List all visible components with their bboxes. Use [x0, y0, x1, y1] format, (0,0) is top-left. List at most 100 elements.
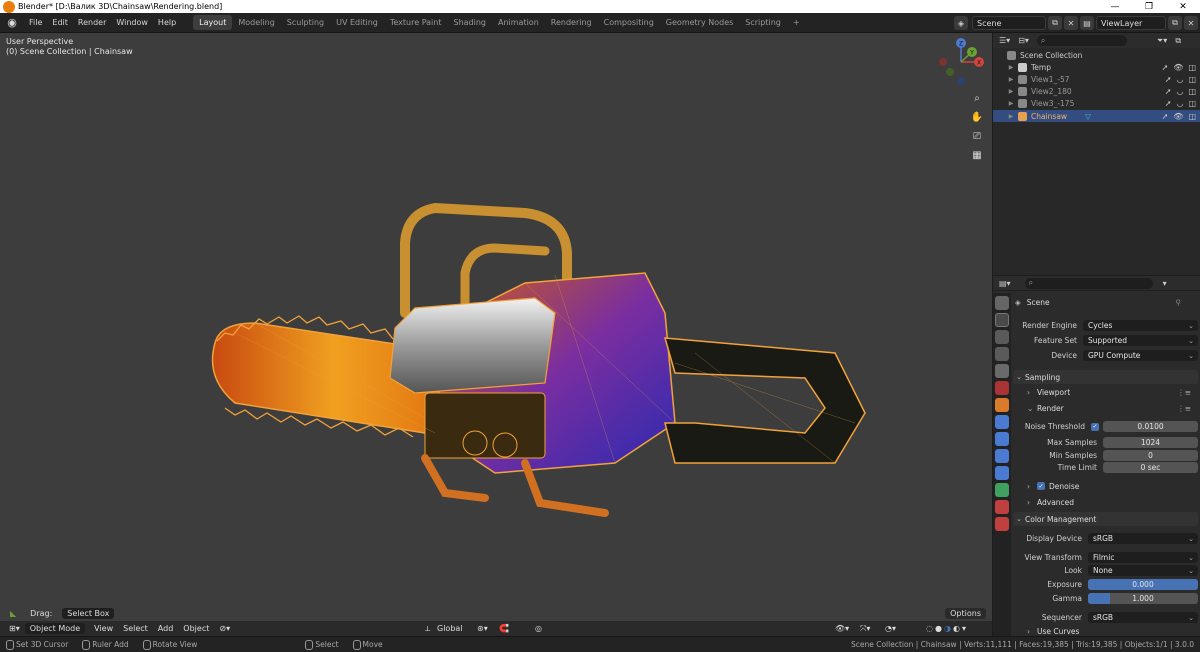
outliner-editor-icon[interactable]: ☰▾ [999, 36, 1010, 45]
camera-view-icon[interactable]: ⎚ [968, 127, 986, 145]
constraints-tab-icon[interactable] [995, 466, 1009, 480]
world-tab-icon[interactable] [995, 381, 1009, 395]
mode-dropdown[interactable]: Object Mode [24, 623, 86, 634]
min-samples-field[interactable]: 0 [1103, 450, 1198, 461]
menu-object[interactable]: Object [178, 624, 214, 633]
use-curves-subpanel[interactable]: › Use Curves [1027, 627, 1197, 636]
tab-layout[interactable]: Layout [193, 15, 233, 30]
properties-search-input[interactable]: ⌕ [1024, 277, 1153, 289]
render-toggle-icon[interactable]: ◫ [1188, 75, 1196, 84]
menu-select[interactable]: Select [118, 624, 153, 633]
view-layer-tab-icon[interactable] [995, 347, 1009, 361]
render-toggle-icon[interactable]: ◫ [1188, 112, 1196, 121]
render-toggle-icon[interactable]: ◫ [1188, 87, 1196, 96]
gizmo-toggle-icon[interactable]: ⤧▾ [855, 624, 875, 634]
render-toggle-icon[interactable]: ◫ [1188, 99, 1196, 108]
material-tab-icon[interactable] [995, 500, 1009, 514]
menu-window[interactable]: Window [111, 18, 153, 27]
expand-arrow-icon[interactable]: ▶ [1007, 64, 1015, 71]
pin-icon[interactable]: ⚲ [1176, 298, 1182, 307]
material-shading-icon[interactable]: ◑ [944, 624, 951, 633]
look-dropdown[interactable]: None ⌄ [1088, 565, 1198, 576]
new-view-layer-icon[interactable]: ⧉ [1168, 16, 1182, 30]
menu-render[interactable]: Render [73, 18, 111, 27]
chainsaw-model[interactable] [195, 163, 875, 523]
drag-select-dropdown[interactable]: Select Box [62, 607, 115, 619]
editor-type-icon[interactable]: ⊞▾ [4, 624, 25, 633]
tab-sculpting[interactable]: Sculpting [281, 15, 330, 30]
noise-threshold-field[interactable]: 0.0100 [1103, 421, 1198, 432]
physics-tab-icon[interactable] [995, 449, 1009, 463]
eye-closed-icon[interactable]: ◡ [1176, 75, 1183, 84]
eye-icon[interactable]: 👁 [1173, 63, 1183, 72]
rendered-shading-icon[interactable]: ◐ [953, 624, 960, 633]
select-toggle-icon[interactable]: ➚ [1165, 75, 1172, 84]
device-dropdown[interactable]: GPU Compute ⌄ [1083, 350, 1198, 361]
new-collection-icon[interactable]: ⧉ [1175, 36, 1181, 46]
denoise-subpanel[interactable]: › ✓ Denoise [1027, 480, 1197, 492]
collapse-icon[interactable]: ▾ [1163, 279, 1167, 288]
modifier-tab-icon[interactable] [995, 415, 1009, 429]
gamma-slider[interactable]: 1.000 [1088, 593, 1198, 604]
3d-viewport[interactable]: User Perspective (0) Scene Collection | … [0, 33, 992, 621]
navigation-gizmo[interactable]: Z X Y [934, 35, 988, 89]
time-limit-field[interactable]: 0 sec [1103, 462, 1198, 473]
properties-editor-icon[interactable]: ▤▾ [999, 279, 1011, 288]
select-toggle-icon[interactable]: ➚ [1165, 99, 1172, 108]
select-toggle-icon[interactable]: ➚ [1162, 112, 1169, 121]
overlay-toggle-icon[interactable]: ◔▾ [880, 624, 901, 633]
drag-handle-icon[interactable]: ⋮≡ [1177, 388, 1191, 397]
output-tab-icon[interactable] [995, 330, 1009, 344]
tab-geometry-nodes[interactable]: Geometry Nodes [660, 15, 739, 30]
perspective-grid-icon[interactable]: ▦ [968, 146, 986, 164]
tab-modeling[interactable]: Modeling [232, 15, 280, 30]
eye-icon[interactable]: 👁 [1173, 112, 1183, 121]
sequencer-dropdown[interactable]: sRGB ⌄ [1088, 612, 1198, 623]
blender-menu-icon[interactable]: ◉ [4, 15, 20, 31]
view-layer-selector[interactable]: ViewLayer [1096, 16, 1166, 30]
maximize-button[interactable]: ❐ [1132, 0, 1166, 13]
tab-rendering[interactable]: Rendering [545, 15, 598, 30]
outliner-row-chainsaw[interactable]: ▶ Chainsaw ▽ ➚ 👁 ◫ [993, 110, 1200, 122]
delete-scene-icon[interactable]: ✕ [1064, 16, 1078, 30]
menu-add[interactable]: Add [153, 624, 179, 633]
outliner-row-view1[interactable]: ▶ View1_-57 ➚ ◡ ◫ [993, 73, 1200, 85]
advanced-subpanel[interactable]: › Advanced [1027, 496, 1197, 508]
object-extra-icon[interactable]: ⊘▾ [214, 624, 235, 633]
scene-browse-icon[interactable]: ◈ [954, 16, 968, 30]
mesh-data-icon[interactable]: ▽ [1085, 112, 1091, 121]
expand-arrow-icon[interactable]: ▶ [1007, 88, 1015, 95]
view-layer-icon[interactable]: ▤ [1080, 16, 1094, 30]
data-tab-icon[interactable] [995, 483, 1009, 497]
options-dropdown[interactable]: Options [945, 607, 986, 619]
noise-threshold-checkbox[interactable]: ✓ [1091, 422, 1099, 431]
menu-edit[interactable]: Edit [47, 18, 73, 27]
outliner-row-temp[interactable]: ▶ Temp ➚ 👁 ◫ [993, 61, 1200, 73]
particles-tab-icon[interactable] [995, 432, 1009, 446]
viewport-subpanel[interactable]: › Viewport ⋮≡ [1027, 386, 1197, 398]
tab-uv-editing[interactable]: UV Editing [330, 15, 384, 30]
denoise-checkbox[interactable]: ✓ [1037, 482, 1045, 490]
exposure-slider[interactable]: 0.000 [1088, 579, 1198, 590]
shading-options-icon[interactable]: ▾ [962, 624, 966, 633]
tab-scripting[interactable]: Scripting [739, 15, 787, 30]
scene-tab-icon[interactable] [995, 364, 1009, 378]
delete-view-layer-icon[interactable]: ✕ [1184, 16, 1198, 30]
feature-set-dropdown[interactable]: Supported ⌄ [1083, 335, 1198, 346]
menu-file[interactable]: File [24, 18, 47, 27]
render-engine-dropdown[interactable]: Cycles ⌄ [1083, 320, 1198, 331]
render-tab-icon[interactable] [995, 313, 1009, 327]
menu-help[interactable]: Help [153, 18, 181, 27]
view-transform-dropdown[interactable]: Filmic ⌄ [1088, 552, 1198, 563]
tab-shading[interactable]: Shading [447, 15, 492, 30]
select-toggle-icon[interactable]: ➚ [1165, 87, 1172, 96]
tab-texture-paint[interactable]: Texture Paint [384, 15, 448, 30]
wireframe-shading-icon[interactable]: ◌ [926, 624, 933, 633]
tab-animation[interactable]: Animation [492, 15, 545, 30]
sampling-panel-header[interactable]: ⌄ Sampling [1013, 370, 1198, 384]
new-scene-icon[interactable]: ⧉ [1048, 16, 1062, 30]
outliner-search-input[interactable]: ⌕ [1036, 35, 1127, 46]
expand-arrow-icon[interactable]: ▶ [1007, 113, 1015, 120]
tab-compositing[interactable]: Compositing [598, 15, 660, 30]
neg-x-handle[interactable] [939, 58, 947, 66]
